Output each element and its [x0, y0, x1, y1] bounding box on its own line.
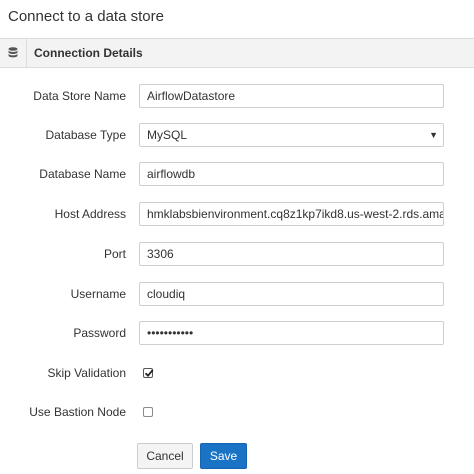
row-password: Password •••••••••••	[0, 321, 474, 345]
database-icon	[0, 39, 27, 67]
password-input[interactable]: •••••••••••	[139, 321, 444, 345]
database-type-select[interactable]: MySQL ▼	[139, 123, 444, 147]
data-store-name-input[interactable]: AirflowDatastore	[139, 84, 444, 108]
section-title: Connection Details	[34, 46, 143, 60]
skip-validation-checkbox[interactable]	[143, 368, 154, 378]
dialog-title: Connect to a data store	[8, 8, 164, 25]
host-address-label: Host Address	[54, 207, 126, 221]
host-address-input[interactable]: hmklabsbienvironment.cq8z1kp7ikd8.us-wes…	[139, 202, 444, 226]
data-store-name-label: Data Store Name	[33, 89, 126, 103]
connection-details-header: Connection Details	[0, 38, 474, 68]
row-database-name: Database Name airflowdb	[0, 162, 474, 186]
use-bastion-node-checkbox[interactable]	[143, 407, 153, 417]
cancel-button[interactable]: Cancel	[137, 443, 193, 469]
password-label: Password	[73, 326, 126, 340]
use-bastion-node-label: Use Bastion Node	[29, 405, 126, 419]
row-use-bastion-node: Use Bastion Node	[0, 400, 474, 424]
username-label: Username	[70, 287, 126, 301]
caret-down-icon: ▼	[429, 130, 438, 140]
row-host-address: Host Address hmklabsbienvironment.cq8z1k…	[0, 202, 474, 226]
port-input[interactable]: 3306	[139, 242, 444, 266]
skip-validation-label: Skip Validation	[47, 366, 127, 380]
save-button[interactable]: Save	[200, 443, 247, 469]
row-skip-validation: Skip Validation	[0, 361, 474, 385]
row-data-store-name: Data Store Name AirflowDatastore	[0, 84, 474, 108]
row-port: Port 3306	[0, 242, 474, 266]
row-database-type: Database Type MySQL ▼	[0, 123, 474, 147]
port-label: Port	[103, 247, 126, 261]
database-name-label: Database Name	[39, 167, 126, 181]
username-input[interactable]: cloudiq	[139, 282, 444, 306]
database-type-label: Database Type	[45, 128, 126, 142]
database-name-input[interactable]: airflowdb	[139, 162, 444, 186]
database-type-value: MySQL	[147, 128, 188, 142]
check-icon	[144, 369, 154, 378]
row-username: Username cloudiq	[0, 282, 474, 306]
